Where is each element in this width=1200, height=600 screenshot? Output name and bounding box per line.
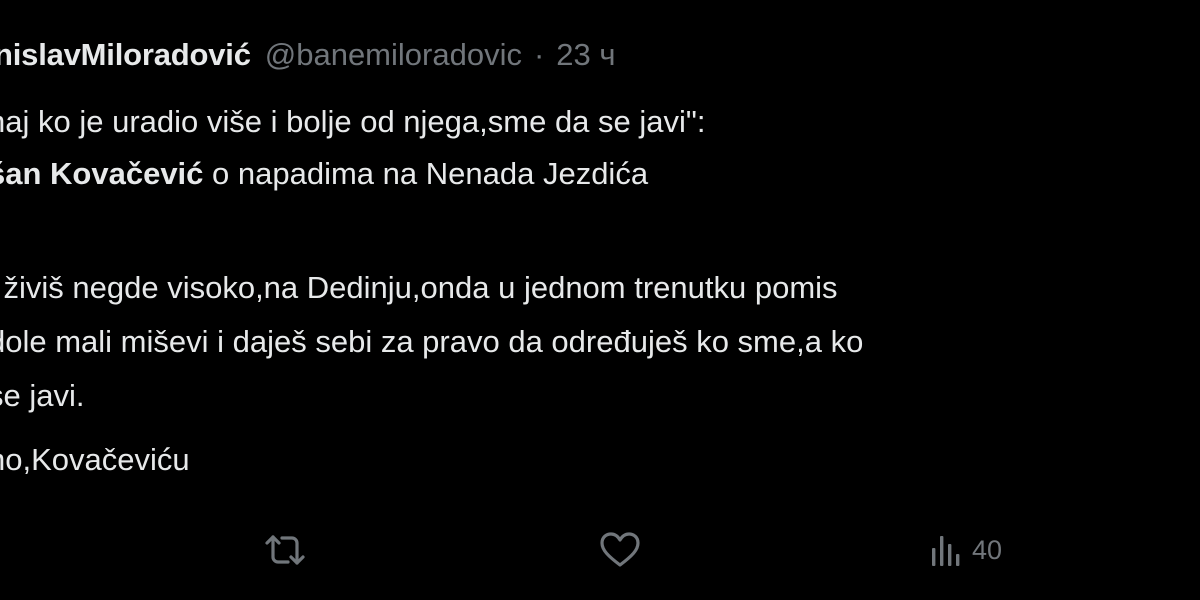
tweet-text-line-3: l živiš negde visoko,na Dedinju,onda u j… xyxy=(0,270,838,305)
tweet-text-line-2-rest: o napadima na Nenada Jezdića xyxy=(203,156,649,191)
tweet-text-line-6: no,Kovačeviću xyxy=(0,442,190,477)
mentioned-name: šan Kovačević xyxy=(0,156,204,191)
like-button[interactable] xyxy=(598,525,642,575)
tweet[interactable]: nislavMiloradović @banemiloradovic · 23 … xyxy=(0,0,1200,600)
retweet-icon xyxy=(262,530,308,570)
tweet-actions: 40 xyxy=(0,525,1200,575)
separator-dot: · xyxy=(533,37,545,72)
tweet-text-line-5: se javi. xyxy=(0,378,85,413)
tweet-text-line-4: dole mali miševi i daješ sebi za pravo d… xyxy=(0,324,864,359)
author-display-name[interactable]: nislavMiloradović xyxy=(0,30,251,80)
tweet-text-line-1: naj ko je uradio više i bolje od njega,s… xyxy=(0,104,706,139)
views-count: 40 xyxy=(972,534,1003,565)
author-handle[interactable]: @banemiloradovic xyxy=(265,30,522,80)
heart-icon xyxy=(598,530,642,570)
tweet-text-line-2: šan Kovačević o napadima na Nenada Jezdi… xyxy=(0,152,648,196)
tweet-header: nislavMiloradović @banemiloradovic · 23 … xyxy=(0,30,616,80)
retweet-button[interactable] xyxy=(262,525,308,575)
views-button[interactable]: 40 xyxy=(930,525,1002,575)
views-bar-chart-icon xyxy=(930,532,960,568)
tweet-timestamp[interactable]: 23 ч xyxy=(556,30,615,80)
